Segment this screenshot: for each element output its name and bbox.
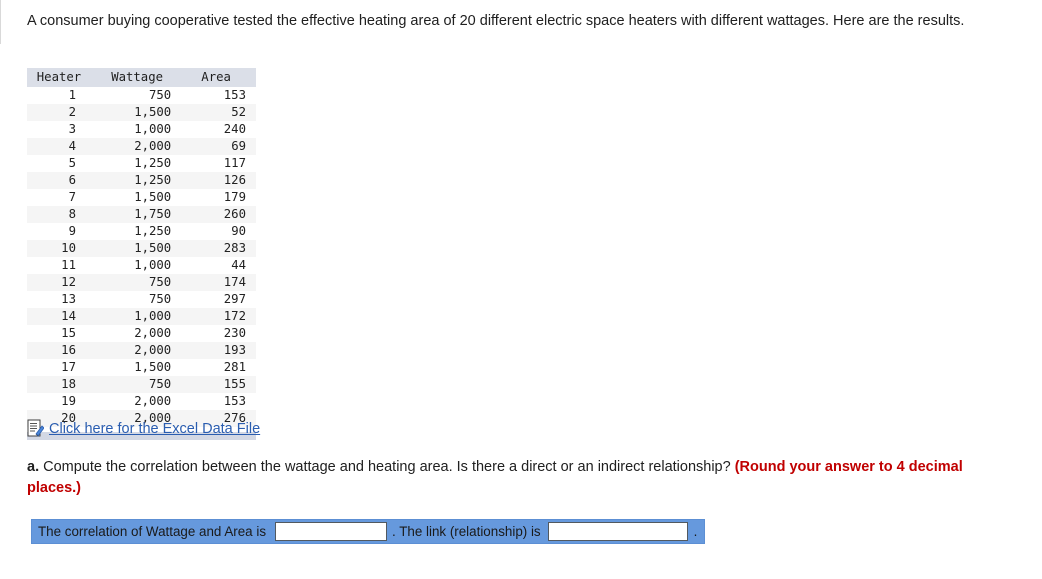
cell-wattage: 750 bbox=[97, 274, 184, 291]
cell-heater: 7 bbox=[68, 190, 76, 204]
cell-wattage: 750 bbox=[149, 292, 172, 306]
answer-end-punctuation: . bbox=[693, 524, 698, 539]
cell-area: 193 bbox=[183, 342, 256, 359]
cell-area: 117 bbox=[223, 156, 246, 170]
table-header: Heater Wattage Area bbox=[27, 68, 256, 87]
cell-wattage: 1,250 bbox=[97, 172, 184, 189]
table-row: 14 1,000 172 bbox=[27, 308, 256, 325]
cell-area: 153 bbox=[223, 394, 246, 408]
cell-area: 69 bbox=[183, 138, 256, 155]
cell-area: 260 bbox=[183, 206, 256, 223]
excel-link-label[interactable]: Click here for the Excel Data File bbox=[47, 421, 260, 437]
cell-area: 90 bbox=[231, 224, 246, 238]
correlation-value-input[interactable] bbox=[275, 522, 388, 541]
cell-area: 297 bbox=[223, 292, 246, 306]
cell-area: 153 bbox=[223, 88, 246, 102]
table-row: 16 2,000 193 bbox=[27, 342, 256, 359]
answer-separator-text: . The link (relationship) is bbox=[392, 524, 541, 539]
table-row: 6 1,250 126 bbox=[27, 172, 256, 189]
cell-heater: 5 bbox=[68, 156, 76, 170]
cell-heater: 14 bbox=[27, 308, 98, 325]
question-label: a. bbox=[27, 459, 40, 475]
table-row: 13 750 297 bbox=[27, 291, 256, 308]
cell-wattage: 1,250 bbox=[134, 224, 172, 238]
cell-wattage: 1,500 bbox=[97, 104, 184, 121]
cell-heater: 13 bbox=[61, 292, 76, 306]
cell-heater: 9 bbox=[68, 224, 76, 238]
relationship-type-input[interactable] bbox=[547, 522, 688, 541]
cell-wattage: 1,500 bbox=[134, 190, 172, 204]
cell-heater: 10 bbox=[27, 240, 98, 257]
cell-wattage: 750 bbox=[149, 88, 172, 102]
cell-wattage: 2,000 bbox=[134, 394, 172, 408]
table-row: 1 750 153 bbox=[27, 87, 256, 104]
cell-area: 283 bbox=[183, 240, 256, 257]
cell-wattage: 2,000 bbox=[97, 138, 184, 155]
table-row: 2 1,500 52 bbox=[27, 104, 256, 121]
cell-heater: 1 bbox=[68, 88, 76, 102]
cell-heater: 11 bbox=[61, 258, 76, 272]
cell-wattage: 1,000 bbox=[134, 122, 172, 136]
cell-wattage: 2,000 bbox=[134, 326, 172, 340]
cell-heater: 19 bbox=[61, 394, 76, 408]
table-body: 1 750 153 2 1,500 52 3 1,000 240 4 2,000 bbox=[27, 87, 256, 427]
intro-paragraph: A consumer buying cooperative tested the… bbox=[27, 13, 965, 29]
table-row: 10 1,500 283 bbox=[27, 240, 256, 257]
cell-wattage: 1,000 bbox=[97, 308, 184, 325]
cell-heater: 2 bbox=[27, 104, 98, 121]
table-row: 15 2,000 230 bbox=[27, 325, 256, 342]
table-header-row: Heater Wattage Area bbox=[27, 68, 256, 87]
cell-wattage: 1,500 bbox=[97, 240, 184, 257]
table-row: 3 1,000 240 bbox=[27, 121, 256, 138]
cell-wattage: 1,000 bbox=[134, 258, 172, 272]
table-row: 9 1,250 90 bbox=[27, 223, 256, 240]
column-header-area: Area bbox=[183, 68, 256, 87]
cell-wattage: 1,250 bbox=[134, 156, 172, 170]
excel-document-icon bbox=[27, 419, 44, 438]
heater-data-table-wrapper: Heater Wattage Area 1 750 153 2 1,500 52… bbox=[27, 68, 256, 440]
cell-area: 174 bbox=[183, 274, 256, 291]
cell-wattage: 1,750 bbox=[97, 206, 184, 223]
question-body: Compute the correlation between the watt… bbox=[43, 459, 731, 475]
cell-heater: 18 bbox=[27, 376, 98, 393]
question-a: a. Compute the correlation between the w… bbox=[27, 457, 972, 499]
cell-heater: 16 bbox=[27, 342, 98, 359]
table-row: 5 1,250 117 bbox=[27, 155, 256, 172]
cell-area: 44 bbox=[231, 258, 246, 272]
table-row: 18 750 155 bbox=[27, 376, 256, 393]
cell-wattage: 1,500 bbox=[134, 360, 172, 374]
cell-area: 230 bbox=[223, 326, 246, 340]
table-row: 7 1,500 179 bbox=[27, 189, 256, 206]
table-row: 11 1,000 44 bbox=[27, 257, 256, 274]
table-row: 19 2,000 153 bbox=[27, 393, 256, 410]
table-row: 8 1,750 260 bbox=[27, 206, 256, 223]
cell-heater: 12 bbox=[27, 274, 98, 291]
page-gutter-rule bbox=[0, 0, 1, 44]
cell-heater: 17 bbox=[61, 360, 76, 374]
cell-wattage: 2,000 bbox=[97, 342, 184, 359]
heater-data-table: Heater Wattage Area 1 750 153 2 1,500 52… bbox=[27, 68, 256, 427]
answer-bar: The correlation of Wattage and Area is .… bbox=[31, 519, 706, 544]
column-header-wattage: Wattage bbox=[97, 68, 184, 87]
cell-area: 240 bbox=[223, 122, 246, 136]
cell-wattage: 750 bbox=[97, 376, 184, 393]
cell-area: 172 bbox=[183, 308, 256, 325]
cell-heater: 8 bbox=[27, 206, 98, 223]
cell-heater: 15 bbox=[61, 326, 76, 340]
excel-data-file-link[interactable]: Click here for the Excel Data File bbox=[27, 419, 260, 438]
cell-area: 155 bbox=[183, 376, 256, 393]
cell-area: 179 bbox=[223, 190, 246, 204]
column-header-heater: Heater bbox=[27, 68, 98, 87]
cell-area: 281 bbox=[223, 360, 246, 374]
answer-label-correlation: The correlation of Wattage and Area is bbox=[38, 524, 267, 539]
question-page: A consumer buying cooperative tested the… bbox=[0, 0, 1042, 579]
cell-area: 126 bbox=[183, 172, 256, 189]
table-row: 4 2,000 69 bbox=[27, 138, 256, 155]
cell-heater: 4 bbox=[27, 138, 98, 155]
table-row: 12 750 174 bbox=[27, 274, 256, 291]
cell-heater: 6 bbox=[27, 172, 98, 189]
cell-heater: 3 bbox=[68, 122, 76, 136]
cell-area: 52 bbox=[183, 104, 256, 121]
table-row: 17 1,500 281 bbox=[27, 359, 256, 376]
